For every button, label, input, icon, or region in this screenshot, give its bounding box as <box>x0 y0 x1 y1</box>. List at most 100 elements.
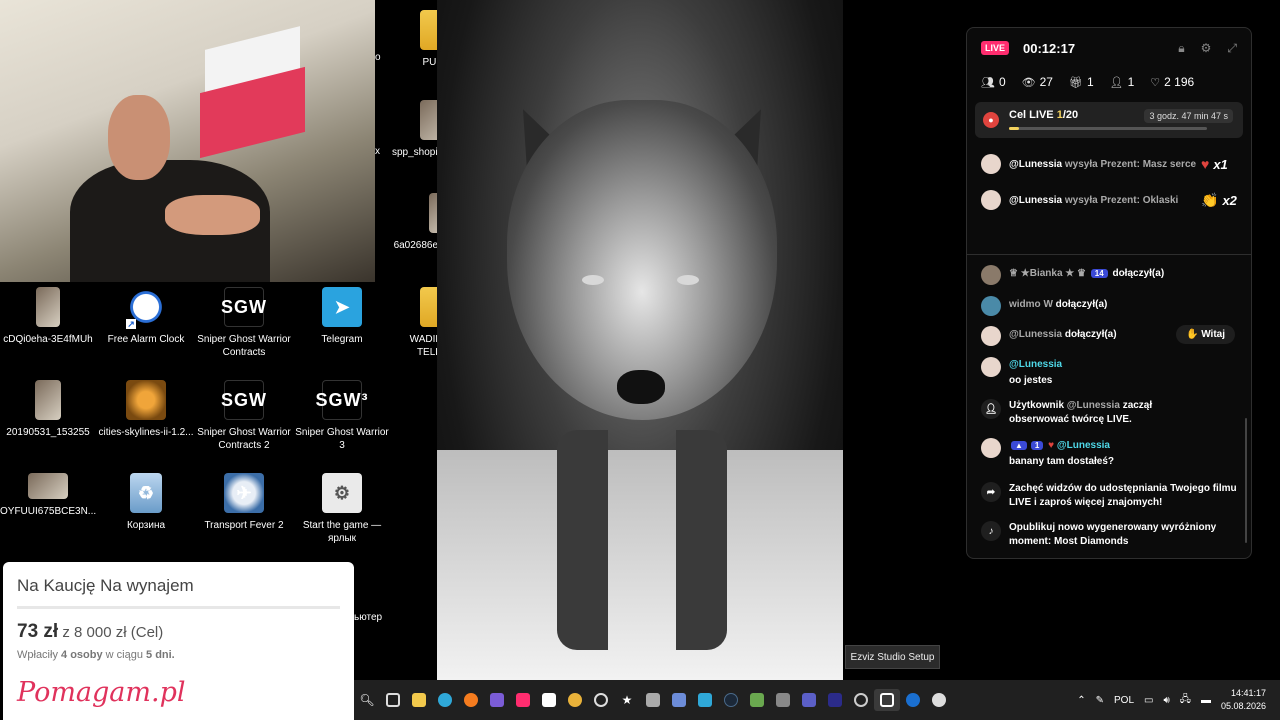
heart-badge-icon: ♥ <box>1048 440 1055 451</box>
volume-icon[interactable]: 🔊︎ <box>1163 695 1169 706</box>
desktop-icon-sgw-3[interactable]: SGW³ Sniper Ghost Warrior 3 <box>294 380 390 452</box>
desktop-icon-free-alarm-clock[interactable]: ↗ Free Alarm Clock <box>98 287 194 346</box>
bluetooth-icon[interactable] <box>900 689 926 711</box>
edge-icon[interactable] <box>432 689 458 711</box>
firefox-icon[interactable] <box>458 689 484 711</box>
desktop-icon-cdqi0eha[interactable]: cDQi0eha-3E4fMUh <box>0 287 96 346</box>
display-icon[interactable]: ▭ <box>1144 695 1153 706</box>
webcam-feed <box>0 0 375 282</box>
ezviz-icon[interactable] <box>874 689 900 711</box>
viewers-icon: 👥︎ <box>981 76 995 89</box>
fundraiser-title: Na Kaucję Na wynajem <box>17 576 194 595</box>
roblox-icon[interactable] <box>536 689 562 711</box>
avatar <box>981 326 1001 346</box>
followers-icon: 👤︎ <box>1109 76 1124 89</box>
desktop-icon-recycle-bin[interactable]: ♻ Корзина <box>98 473 194 532</box>
live-stats: 👥︎ 0 👁︎ 27 🎁︎ 1 👤︎ 1 ♡ 2 196 <box>967 68 1251 96</box>
fullscreen-icon[interactable]: ⤢ <box>1227 41 1237 56</box>
tiktok-icon[interactable] <box>510 689 536 711</box>
desktop-icon-20190531[interactable]: 20190531_153255 <box>0 380 96 439</box>
live-goal[interactable]: ● Cel LIVE 1/20 3 godz. 47 min 47 s <box>975 102 1243 138</box>
chat-text: Opublikuj nowo wygenerowany wyróżniony m… <box>1009 522 1217 547</box>
desktop-icon-telegram[interactable]: ➤ Telegram <box>294 287 390 346</box>
stat-value: 2 196 <box>1164 75 1195 89</box>
user-follow-icon: 👤︎ <box>981 399 1001 419</box>
contributors-prefix: Wpłaciły <box>17 649 58 661</box>
printer-icon[interactable] <box>640 689 666 711</box>
gear-icon: ⚙ <box>322 473 362 513</box>
live-timer: 00:12:17 <box>1023 40 1076 56</box>
gift-multiplier: x1 <box>1213 156 1228 172</box>
pomagam-logo: Pomagam.pl <box>17 677 186 708</box>
stat-value: 0 <box>998 75 1006 89</box>
clock-date: 05.08.2026 <box>1220 701 1266 711</box>
streamer-head <box>108 95 170 180</box>
chevron-up-icon[interactable]: ⌃ <box>1077 695 1085 706</box>
network-icon[interactable]: 🖧︎ <box>1180 692 1191 709</box>
chat-text: dołączył(a) <box>1055 299 1108 310</box>
desktop-icon-start-the-game[interactable]: ⚙ Start the game — ярлык <box>294 473 390 545</box>
taskbar: 🔍︎ ★ ⌃ ✎ POL ▭ 🔊︎ 🖧︎ ▬ 14:41:17 05.08.20… <box>354 680 1280 720</box>
chat-user: @Lunessia <box>1056 440 1110 451</box>
desktop-icon-cities-skylines[interactable]: cities-skylines-ii-1.2... <box>98 380 194 439</box>
icon-label: cities-skylines-ii-1.2... <box>98 427 194 438</box>
icon-label: Transport Fever 2 <box>204 520 284 531</box>
image-icon <box>35 380 61 420</box>
live-stream-panel: LIVE 00:12:17 🔒︎ ⚙ ⤢ 👥︎ 0 👁︎ 27 🎁︎ 1 👤︎ 1 ♡ 2… <box>966 27 1252 559</box>
file-explorer-icon[interactable] <box>406 689 432 711</box>
desktop-icon-transport-fever-2[interactable]: ✈ Transport Fever 2 <box>196 473 292 532</box>
icon-label: Sniper Ghost Warrior Contracts <box>197 334 291 358</box>
app-icon[interactable] <box>822 689 848 711</box>
stat-value: 1 <box>1086 75 1094 89</box>
desktop-icon-oyfuui[interactable]: OYFUUI675BCE3N... <box>0 473 96 518</box>
task-view-icon[interactable] <box>380 689 406 711</box>
chrome-icon[interactable] <box>562 689 588 711</box>
taskbar-clock[interactable]: 14:41:17 05.08.2026 <box>1221 687 1266 713</box>
clock-icon: ↗ <box>126 287 166 329</box>
icon-label: Sniper Ghost Warrior 3 <box>295 427 389 451</box>
level-badge: 1 <box>1030 441 1044 450</box>
contributors-days: 5 dni. <box>146 649 175 661</box>
icon-label: Корзина <box>126 520 166 531</box>
lock-icon[interactable]: 🔒︎ <box>1178 41 1184 56</box>
gift-icon: 🎁︎ <box>1068 76 1083 89</box>
badge-icons: ♕ ★ <box>1009 268 1030 279</box>
clap-gift-icon: 👏 <box>1201 191 1219 208</box>
app-icon[interactable] <box>484 689 510 711</box>
avatar <box>981 296 1001 316</box>
blocked-app-icon[interactable] <box>588 689 614 711</box>
witaj-button[interactable]: ✋ Witaj <box>1175 325 1235 344</box>
goal-progress-bar <box>1009 127 1207 130</box>
avatar <box>981 265 1001 285</box>
desktop-icon-sgw-contracts[interactable]: SGW Sniper Ghost Warrior Contracts <box>196 287 292 359</box>
icon-label: OYFUUI675BCE3N... <box>0 506 97 517</box>
language-indicator[interactable]: POL <box>1114 695 1134 706</box>
photos-icon[interactable] <box>692 689 718 711</box>
app-icon[interactable] <box>666 689 692 711</box>
app-icon[interactable] <box>926 689 952 711</box>
badge-icons: ★ ♛ <box>1062 268 1089 279</box>
video-icon[interactable] <box>770 689 796 711</box>
desktop-icon-sgw-contracts-2[interactable]: SGW Sniper Ghost Warrior Contracts 2 <box>196 380 292 452</box>
teams-icon[interactable] <box>796 689 822 711</box>
steam-icon[interactable] <box>718 689 744 711</box>
stat-followers: 👤︎ 1 <box>1110 75 1135 89</box>
game-icon[interactable] <box>744 689 770 711</box>
chat-text: zaczął <box>1122 400 1153 411</box>
search-icon[interactable]: 🔍︎ <box>354 689 380 711</box>
fundraiser-card[interactable]: Na Kaucję Na wynajem 73 zł z 8 000 zł (C… <box>3 562 354 720</box>
avatar <box>981 438 1001 458</box>
chat-text: Zachęć widzów do udostępniania Twojego f… <box>1009 483 1237 508</box>
chat-text: oo jestes <box>1009 375 1053 386</box>
star-app-icon[interactable]: ★ <box>614 689 640 711</box>
settings-icon[interactable]: ⚙ <box>1201 41 1212 56</box>
icon-label: Start the game — ярлык <box>302 520 382 544</box>
stat-viewers: 👥︎ 0 <box>981 75 1006 89</box>
chat-scrollbar[interactable] <box>1245 418 1247 543</box>
panel-divider <box>967 254 1251 255</box>
loading-icon[interactable] <box>848 689 874 711</box>
chat-join-row: widmo W dołączył(a) <box>981 296 1243 316</box>
pen-icon[interactable]: ✎ <box>1096 695 1104 706</box>
battery-icon[interactable]: ▬ <box>1201 695 1211 706</box>
streamer-hands <box>165 195 260 235</box>
